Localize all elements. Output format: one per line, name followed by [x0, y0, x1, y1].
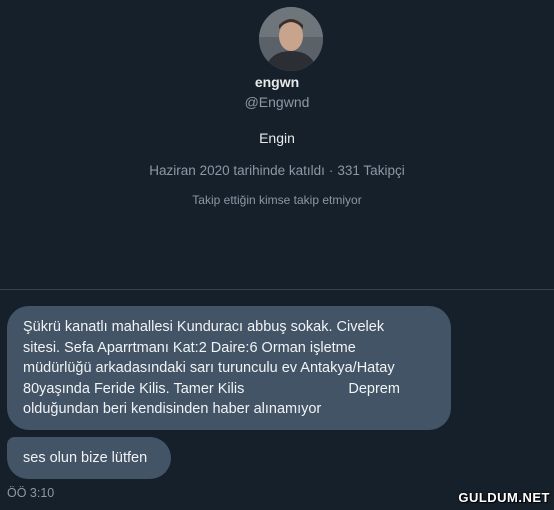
- message-timestamp: ÖÖ 3:10: [7, 486, 55, 500]
- message-line: sitesi. Sefa Aparrtmanı Kat:2 Daire:6 Or…: [23, 339, 356, 356]
- message-line: 80yaşında Feride Kilis. Tamer Kilis Depre…: [23, 379, 437, 400]
- profile-meta: Haziran 2020 tarihinde katıldı · 331 Takip…: [0, 163, 554, 178]
- profile-bio: Engin: [259, 130, 295, 146]
- followers-count[interactable]: 331 Takipçi: [337, 163, 404, 178]
- message-fragment: Deprem: [348, 380, 400, 397]
- profile-header: engwn @Engwnd Engin Haziran 2020 tarihin…: [0, 0, 554, 290]
- user-handle: @Engwnd: [244, 94, 310, 110]
- follow-note: Takip ettiğin kimse takip etmiyor: [192, 193, 362, 207]
- meta-separator: ·: [328, 163, 334, 178]
- message-text: ses olun bize lütfen: [23, 450, 148, 466]
- avatar-photo-icon: [259, 7, 323, 71]
- message-line: olduğundan beri kendisinden haber alınam…: [23, 401, 322, 417]
- watermark-logo: GULDUM.NET: [458, 490, 550, 505]
- message-line: Şükrü kanatlı mahallesi Kunduracı abbuş …: [23, 319, 385, 335]
- joined-date: Haziran 2020 tarihinde katıldı: [149, 163, 325, 178]
- divider: [0, 289, 554, 290]
- message-bubble[interactable]: Şükrü kanatlı mahallesi Kunduracı abbuş …: [7, 306, 451, 430]
- display-name[interactable]: engwn: [0, 74, 554, 90]
- message-line: müdürlüğü arkadasındaki sarı turunculu e…: [23, 360, 395, 376]
- message-bubble[interactable]: ses olun bize lütfen: [7, 437, 171, 479]
- avatar[interactable]: [259, 7, 323, 71]
- message-fragment: 80yaşında Feride Kilis. Tamer Kilis: [23, 380, 245, 397]
